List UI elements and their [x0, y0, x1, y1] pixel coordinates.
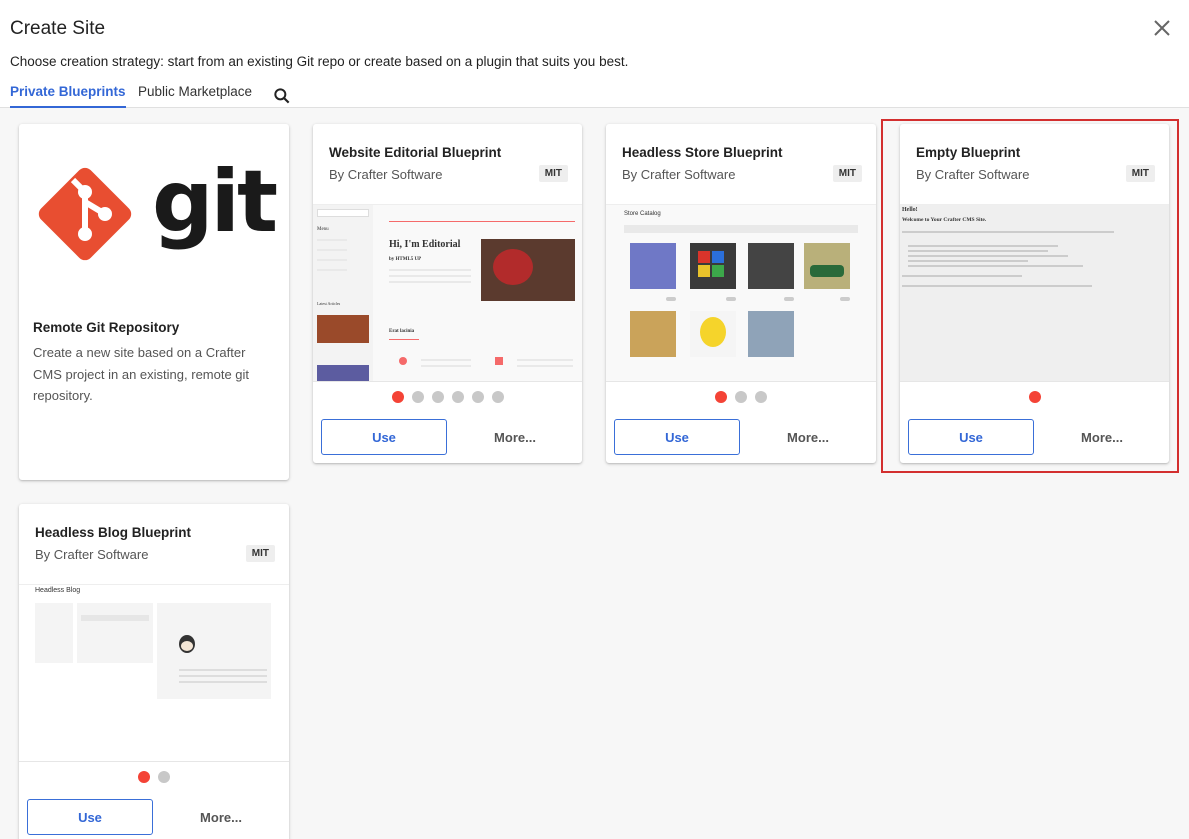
blueprint-preview: Store Catalog: [606, 204, 876, 382]
license-badge: MIT: [832, 165, 862, 182]
license-badge: MIT: [1125, 165, 1155, 182]
slide-dot[interactable]: [451, 391, 464, 403]
blueprint-author: By Crafter Software: [35, 547, 149, 562]
slide-dot[interactable]: [491, 391, 504, 403]
slide-dots: [313, 390, 582, 404]
slide-dot[interactable]: [411, 391, 424, 403]
slide-dots: [19, 770, 289, 784]
use-button[interactable]: Use: [321, 419, 447, 455]
slide-dots: [900, 390, 1169, 404]
slide-dot[interactable]: [755, 391, 767, 403]
blueprint-preview: Hello! Welcome to Your Crafter CMS Site.: [900, 204, 1169, 382]
blueprint-title: Headless Store Blueprint: [622, 145, 783, 160]
blueprint-card-empty[interactable]: Empty Blueprint By Crafter Software MIT …: [900, 124, 1169, 463]
more-button[interactable]: More...: [455, 419, 575, 455]
blueprint-preview: Headless Blog: [19, 584, 289, 762]
tab-private-blueprints[interactable]: Private Blueprints: [10, 84, 126, 108]
slide-dots: [606, 390, 876, 404]
more-button[interactable]: More...: [161, 799, 281, 835]
use-button[interactable]: Use: [908, 419, 1034, 455]
git-card-title: Remote Git Repository: [33, 320, 180, 335]
use-button[interactable]: Use: [614, 419, 740, 455]
license-badge: MIT: [538, 165, 568, 182]
tab-bar: Private Blueprints Public Marketplace: [0, 80, 1189, 108]
blueprint-card-website-editorial[interactable]: Website Editorial Blueprint By Crafter S…: [313, 124, 582, 463]
slide-dot[interactable]: [735, 391, 747, 403]
blueprint-title: Empty Blueprint: [916, 145, 1021, 160]
slide-dot[interactable]: [471, 391, 484, 403]
search-icon[interactable]: [272, 86, 292, 106]
blueprint-card-headless-blog[interactable]: Headless Blog Blueprint By Crafter Softw…: [19, 504, 289, 839]
blueprint-author: By Crafter Software: [916, 167, 1030, 182]
remote-git-card[interactable]: git Remote Git Repository Create a new s…: [19, 124, 289, 480]
use-button[interactable]: Use: [27, 799, 153, 835]
blueprint-author: By Crafter Software: [329, 167, 443, 182]
slide-dot[interactable]: [138, 771, 150, 783]
git-card-description: Create a new site based on a Crafter CMS…: [33, 345, 250, 403]
blueprint-card-headless-store[interactable]: Headless Store Blueprint By Crafter Soft…: [606, 124, 876, 463]
slide-dot[interactable]: [431, 391, 444, 403]
tab-public-marketplace[interactable]: Public Marketplace: [138, 84, 252, 108]
slide-dot[interactable]: [158, 771, 170, 783]
more-button[interactable]: More...: [1042, 419, 1162, 455]
blueprint-author: By Crafter Software: [622, 167, 736, 182]
license-badge: MIT: [245, 545, 275, 562]
close-icon[interactable]: [1150, 16, 1174, 40]
slide-dot[interactable]: [391, 391, 404, 403]
slide-dot[interactable]: [1028, 391, 1041, 403]
slide-dot[interactable]: [715, 391, 727, 403]
blueprint-preview: Menu Latest Articles Hi, I'm Editorial b…: [313, 204, 582, 382]
dialog-subtitle: Choose creation strategy: start from an …: [10, 54, 629, 69]
git-wordmark: git: [152, 152, 278, 252]
more-button[interactable]: More...: [748, 419, 868, 455]
blueprint-title: Headless Blog Blueprint: [35, 525, 192, 540]
dialog-title: Create Site: [10, 18, 106, 39]
git-logo-icon: [38, 167, 132, 261]
blueprint-title: Website Editorial Blueprint: [329, 145, 502, 160]
